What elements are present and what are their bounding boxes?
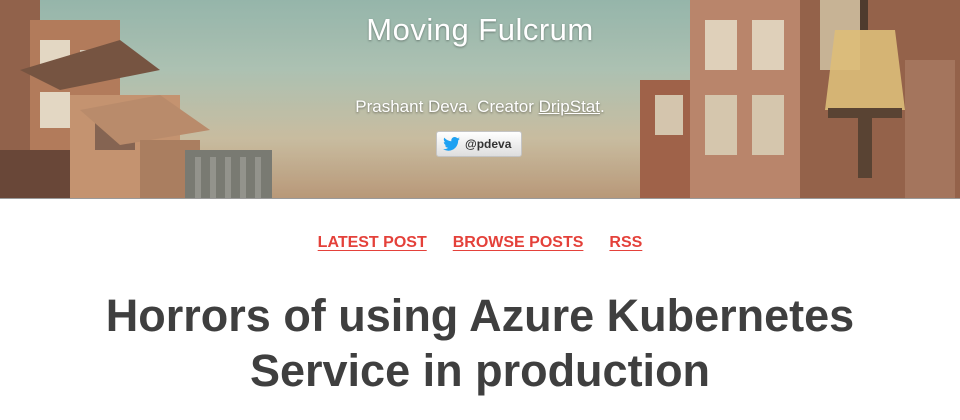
twitter-handle: @pdeva bbox=[465, 137, 512, 151]
twitter-follow-button[interactable]: @pdeva bbox=[436, 131, 522, 157]
twitter-bird-icon bbox=[443, 137, 460, 151]
dripstat-link[interactable]: DripStat bbox=[539, 97, 600, 116]
nav-rss[interactable]: RSS bbox=[609, 234, 642, 252]
tagline-text: Prashant Deva. Creator bbox=[355, 97, 539, 116]
main-nav: LATEST POST BROWSE POSTS RSS bbox=[0, 234, 960, 252]
tagline-period: . bbox=[600, 97, 605, 116]
tagline: Prashant Deva. Creator DripStat. bbox=[0, 97, 960, 117]
nav-browse-posts[interactable]: BROWSE POSTS bbox=[453, 234, 584, 252]
header-banner: Moving Fulcrum Prashant Deva. Creator Dr… bbox=[0, 0, 960, 199]
site-title[interactable]: Moving Fulcrum bbox=[0, 12, 960, 48]
post-title: Horrors of using Azure Kubernetes Servic… bbox=[105, 290, 855, 396]
nav-latest-post[interactable]: LATEST POST bbox=[318, 234, 427, 252]
